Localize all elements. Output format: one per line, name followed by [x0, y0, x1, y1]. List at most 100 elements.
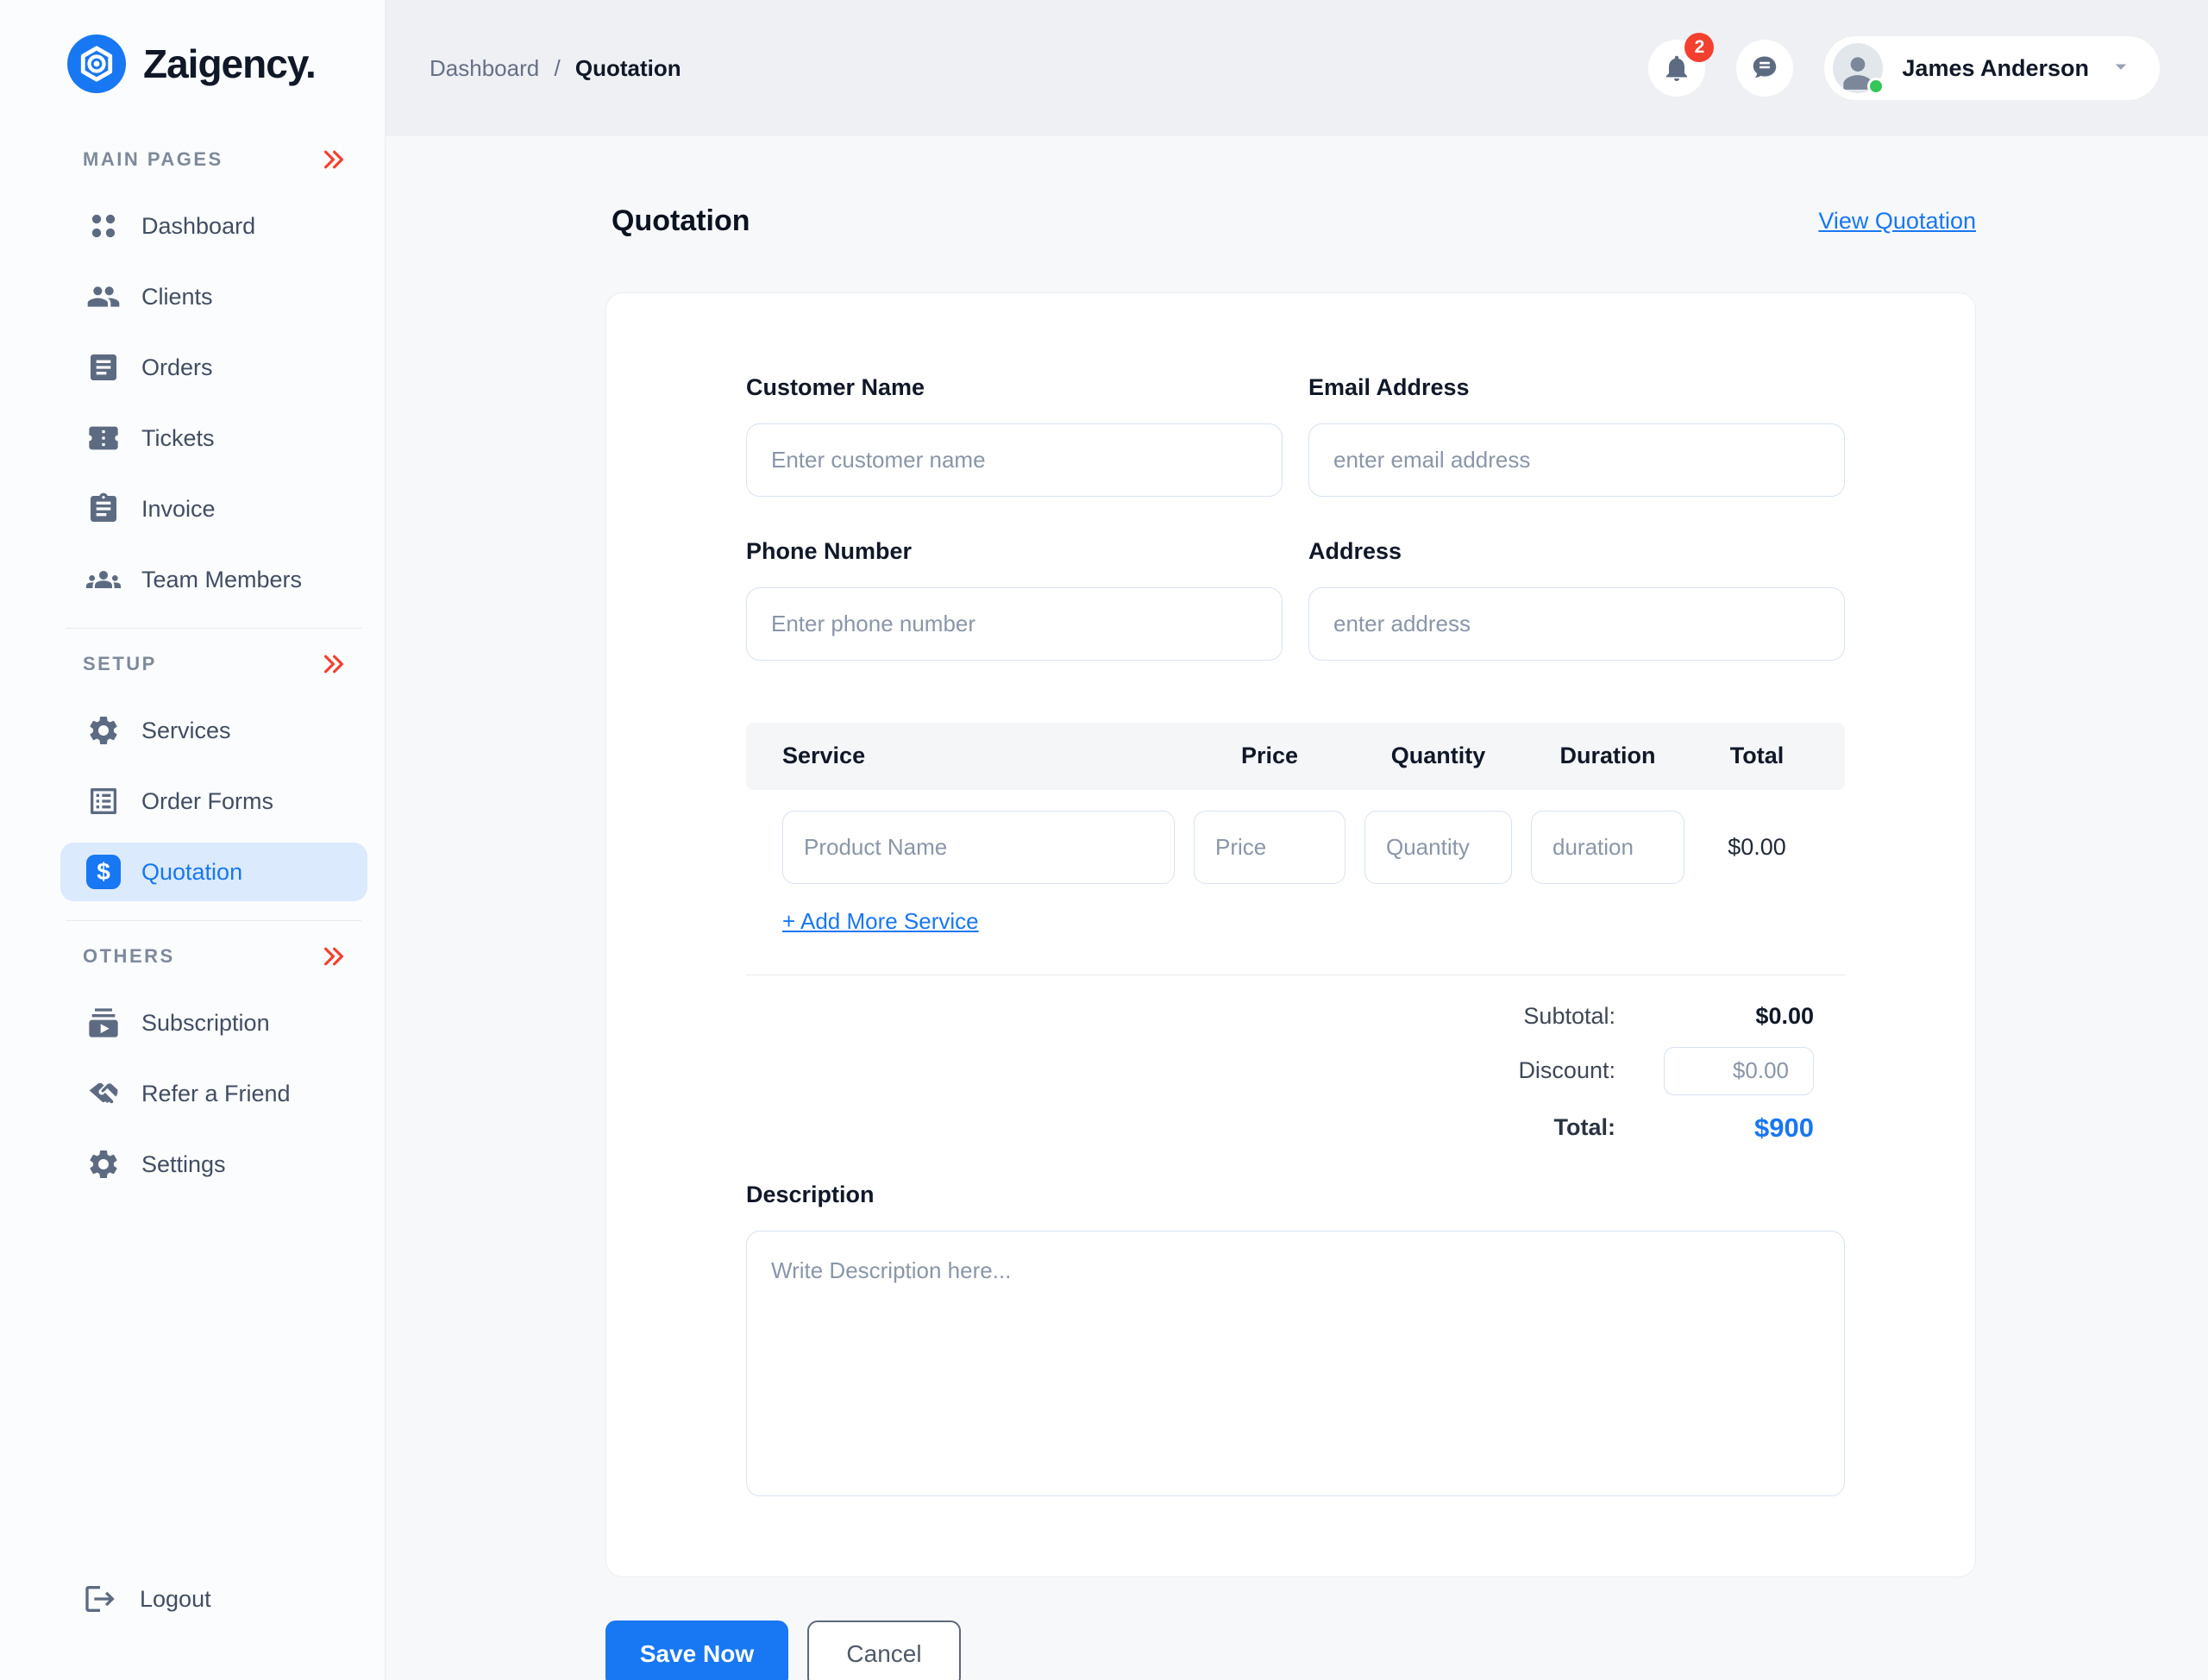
sidebar-item-label: Quotation: [141, 858, 243, 885]
total-row: Total: $900: [1554, 1113, 1814, 1144]
sidebar-item-label: Team Members: [141, 566, 303, 592]
sidebar-divider: [66, 920, 361, 921]
total-label: Total:: [1553, 1114, 1615, 1141]
sidebar-item-label: Invoice: [141, 495, 216, 522]
topbar: Dashboard / Quotation 2 James Anderson: [386, 0, 2208, 136]
collapse-chevrons-icon[interactable]: [321, 651, 347, 677]
chat-icon: [1753, 56, 1777, 78]
user-menu[interactable]: James Anderson: [1824, 36, 2160, 100]
sidebar-item-order-forms[interactable]: Order Forms: [60, 772, 367, 831]
view-quotation-link[interactable]: View Quotation: [1818, 208, 1976, 235]
avatar: [1833, 43, 1885, 95]
discount-row: Discount:: [1518, 1046, 1814, 1095]
sidebar-item-label: Dashboard: [141, 212, 256, 239]
sidebar-item-clients[interactable]: Clients: [60, 267, 367, 326]
sidebar-item-settings[interactable]: Settings: [60, 1135, 367, 1194]
sidebar-item-orders[interactable]: Orders: [60, 338, 367, 397]
sidebar-item-label: Orders: [141, 354, 213, 380]
sidebar-item-label: Clients: [141, 283, 213, 310]
sidebar-item-label: Subscription: [141, 1009, 270, 1036]
email-field: Email Address: [1308, 374, 1845, 497]
gear-icon: [86, 713, 121, 748]
logout-icon: [85, 1586, 115, 1612]
logout-button[interactable]: Logout: [0, 1582, 385, 1680]
page-head: Quotation View Quotation: [612, 185, 1976, 258]
col-quantity: Quantity: [1390, 743, 1486, 769]
duration-input[interactable]: [1531, 810, 1684, 884]
subtotal-label: Subtotal:: [1523, 1002, 1615, 1029]
page-content: Quotation View Quotation Customer Name E…: [386, 136, 2208, 1680]
dashboard-grid-icon: [86, 209, 121, 243]
customer-name-label: Customer Name: [746, 373, 925, 400]
subtotal-value: $0.00: [1755, 1002, 1814, 1029]
sidebar-item-invoice[interactable]: Invoice: [60, 480, 367, 538]
service-row: $0.00: [746, 810, 1845, 884]
sidebar-item-quotation[interactable]: $ Quotation: [60, 843, 367, 901]
gear-icon: [86, 1147, 121, 1182]
customer-fields: Customer Name Email Address Phone Number…: [746, 374, 1845, 661]
save-now-button[interactable]: Save Now: [605, 1620, 788, 1680]
sidebar-item-label: Refer a Friend: [141, 1080, 291, 1106]
col-service: Service: [782, 743, 866, 769]
section-main-pages: MAIN PAGES: [0, 147, 385, 172]
sidebar-item-label: Settings: [141, 1150, 226, 1177]
service-table: Service Price Quantity Duration Total $0…: [746, 722, 1845, 935]
totals-summary: Subtotal: $0.00 Discount: Total: $900: [746, 1003, 1845, 1144]
chevron-down-icon: [2108, 53, 2134, 84]
description-label: Description: [746, 1181, 875, 1207]
online-status-dot: [1867, 78, 1885, 95]
customer-name-input[interactable]: [746, 423, 1283, 497]
orders-document-icon: [86, 350, 121, 385]
handshake-icon: [86, 1076, 121, 1111]
col-duration: Duration: [1559, 743, 1656, 769]
notification-badge: 2: [1684, 33, 1715, 62]
price-input[interactable]: [1194, 810, 1346, 884]
cancel-button[interactable]: Cancel: [807, 1620, 961, 1680]
quantity-input[interactable]: [1364, 810, 1512, 884]
breadcrumb-separator: /: [554, 54, 561, 81]
email-input[interactable]: [1308, 423, 1845, 497]
section-label: MAIN PAGES: [83, 148, 223, 170]
subscription-box-icon: [86, 1006, 121, 1040]
row-total-value: $0.00: [1728, 833, 1786, 860]
section-setup: SETUP: [0, 651, 385, 677]
collapse-chevrons-icon[interactable]: [321, 147, 347, 172]
sidebar-item-refer-a-friend[interactable]: Refer a Friend: [60, 1064, 367, 1123]
brand-name: Zaigency.: [143, 41, 317, 86]
clients-people-icon: [86, 279, 121, 314]
address-field: Address: [1308, 538, 1845, 661]
description-textarea[interactable]: [746, 1230, 1845, 1496]
sidebar: Zaigency. MAIN PAGES Dashboard Clients O…: [0, 0, 386, 1680]
sidebar-item-subscription[interactable]: Subscription: [60, 994, 367, 1052]
collapse-chevrons-icon[interactable]: [321, 943, 347, 969]
sidebar-item-services[interactable]: Services: [60, 701, 367, 760]
discount-label: Discount:: [1518, 1057, 1615, 1084]
invoice-clipboard-icon: [86, 492, 121, 526]
service-name-input[interactable]: [782, 810, 1175, 884]
address-input[interactable]: [1308, 586, 1845, 661]
discount-input[interactable]: [1664, 1046, 1814, 1095]
sidebar-item-tickets[interactable]: Tickets: [60, 409, 367, 467]
messages-button[interactable]: [1736, 40, 1794, 97]
add-more-service-link[interactable]: + Add More Service: [782, 908, 979, 935]
section-label: SETUP: [83, 653, 157, 674]
breadcrumb-parent[interactable]: Dashboard: [430, 55, 539, 81]
email-label: Email Address: [1308, 373, 1470, 400]
sidebar-nav: MAIN PAGES Dashboard Clients Orders Tick…: [0, 147, 385, 1206]
subtotal-row: Subtotal: $0.00: [1523, 1003, 1814, 1030]
phone-input[interactable]: [746, 586, 1283, 661]
sidebar-item-dashboard[interactable]: Dashboard: [60, 197, 367, 255]
order-forms-list-icon: [86, 784, 121, 818]
sidebar-item-label: Tickets: [141, 424, 215, 451]
brand-logo[interactable]: Zaigency.: [0, 0, 385, 93]
service-table-header: Service Price Quantity Duration Total: [746, 722, 1845, 790]
phone-field: Phone Number: [746, 538, 1283, 661]
notifications-button[interactable]: 2: [1648, 33, 1715, 97]
app-window: Zaigency. MAIN PAGES Dashboard Clients O…: [0, 0, 2208, 1680]
topbar-actions: 2 James Anderson: [1648, 33, 2160, 100]
brand-logo-icon: [67, 34, 126, 93]
col-total: Total: [1729, 743, 1785, 769]
address-label: Address: [1308, 537, 1402, 564]
sidebar-item-team-members[interactable]: Team Members: [60, 550, 367, 609]
team-members-icon: [86, 562, 121, 597]
